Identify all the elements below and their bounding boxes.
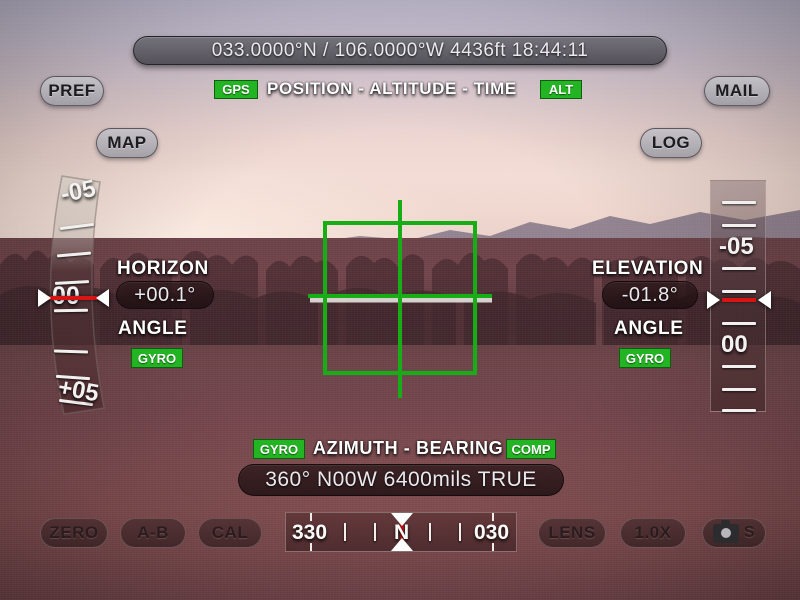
shutter-mode-label: S — [743, 524, 756, 541]
camera-icon — [712, 519, 739, 543]
pref-button[interactable]: PREF — [40, 76, 104, 106]
elevation-value: -01.8° — [621, 283, 679, 306]
gps-badge-label: GPS — [222, 82, 250, 97]
cal-button-label: CAL — [211, 523, 249, 542]
compass-left-label: 330 — [292, 521, 328, 544]
status-bar: 033.0000°N / 106.0000°W 4436ft 18:44:11 — [133, 36, 667, 65]
elevation-value-readout: -01.8° — [602, 281, 698, 309]
azimuth-comp-badge[interactable]: COMP — [506, 439, 556, 459]
azimuth-readout-text: 360° N00W 6400mils TRUE — [265, 468, 537, 491]
ab-button-label: A-B — [137, 523, 169, 542]
compass-minor-tick — [459, 523, 461, 541]
compass-right-label: 030 — [474, 521, 510, 544]
compass-top-pointer — [391, 513, 413, 526]
azimuth-readout: 360° N00W 6400mils TRUE — [238, 464, 564, 496]
elevation-pointer-line — [722, 298, 756, 302]
compass-major-tick — [310, 513, 312, 521]
horizon-gauge[interactable]: -05 00 +05 — [30, 170, 130, 420]
gps-badge[interactable]: GPS — [214, 80, 258, 99]
elevation-tick — [722, 409, 756, 412]
lens-button[interactable]: LENS — [538, 518, 606, 548]
elevation-tick — [722, 224, 756, 227]
shutter-button[interactable]: S — [702, 518, 766, 548]
elevation-tick — [722, 322, 756, 325]
mail-button[interactable]: MAIL — [704, 76, 770, 106]
horizon-pointer-left-triangle — [38, 289, 51, 307]
elevation-gyro-badge-label: GYRO — [625, 350, 665, 366]
azimuth-title: AZIMUTH - BEARING — [313, 438, 504, 458]
camera-hud-screen: 033.0000°N / 106.0000°W 4436ft 18:44:11 … — [0, 0, 800, 600]
alt-badge-label: ALT — [548, 82, 574, 97]
elevation-gauge-upper-label: -05 — [719, 233, 754, 260]
elevation-gauge-lower-label: 00 — [721, 331, 748, 358]
horizon-value: +00.1° — [134, 283, 196, 306]
lens-button-label: LENS — [548, 523, 596, 542]
elevation-gauge[interactable]: -05 00 — [707, 180, 771, 412]
cal-button[interactable]: CAL — [198, 518, 262, 548]
elevation-tick — [722, 201, 756, 204]
zoom-level-label: 1.0X — [634, 523, 672, 542]
horizon-gyro-badge-label: GYRO — [137, 350, 177, 366]
elevation-tick — [722, 365, 756, 368]
status-bar-text: 033.0000°N / 106.0000°W 4436ft 18:44:11 — [211, 39, 589, 61]
azimuth-gyro-badge-label: GYRO — [259, 441, 299, 457]
ab-button[interactable]: A-B — [120, 518, 186, 548]
horizon-title: HORIZON — [117, 258, 209, 279]
elevation-tick — [722, 290, 756, 293]
map-button[interactable]: MAP — [96, 128, 158, 158]
horizon-angle-label: ANGLE — [118, 318, 188, 339]
zero-button-label: ZERO — [49, 523, 99, 542]
zoom-level-button[interactable]: 1.0X — [620, 518, 686, 548]
mail-button-label: MAIL — [715, 81, 759, 100]
compass-major-tick — [492, 513, 494, 521]
zero-button[interactable]: ZERO — [40, 518, 108, 548]
elevation-tick — [722, 267, 756, 270]
elevation-angle-label: ANGLE — [614, 318, 684, 339]
horizon-pointer-line — [45, 296, 99, 300]
compass-strip[interactable]: 330 N 030 — [285, 512, 517, 552]
elevation-pointer-left-triangle — [707, 291, 720, 309]
horizon-value-readout: +00.1° — [116, 281, 214, 309]
azimuth-gyro-badge[interactable]: GYRO — [253, 439, 305, 459]
alt-badge[interactable]: ALT — [540, 80, 582, 99]
elevation-gyro-badge[interactable]: GYRO — [619, 348, 671, 368]
log-button-label: LOG — [651, 133, 691, 152]
elevation-pointer-right-triangle — [758, 291, 771, 309]
compass-minor-tick — [344, 523, 346, 541]
map-button-label: MAP — [107, 133, 147, 152]
elevation-tick — [722, 388, 756, 391]
compass-minor-tick — [429, 523, 431, 541]
horizon-pointer-right-triangle — [96, 289, 109, 307]
position-altitude-time-title: POSITION - ALTITUDE - TIME — [267, 79, 517, 98]
compass-bottom-pointer — [391, 538, 413, 551]
log-button[interactable]: LOG — [640, 128, 702, 158]
pref-button-label: PREF — [48, 81, 96, 100]
azimuth-comp-badge-label: COMP — [511, 441, 551, 457]
horizon-gyro-badge[interactable]: GYRO — [131, 348, 183, 368]
compass-minor-tick — [374, 523, 376, 541]
elevation-title: ELEVATION — [592, 258, 704, 279]
